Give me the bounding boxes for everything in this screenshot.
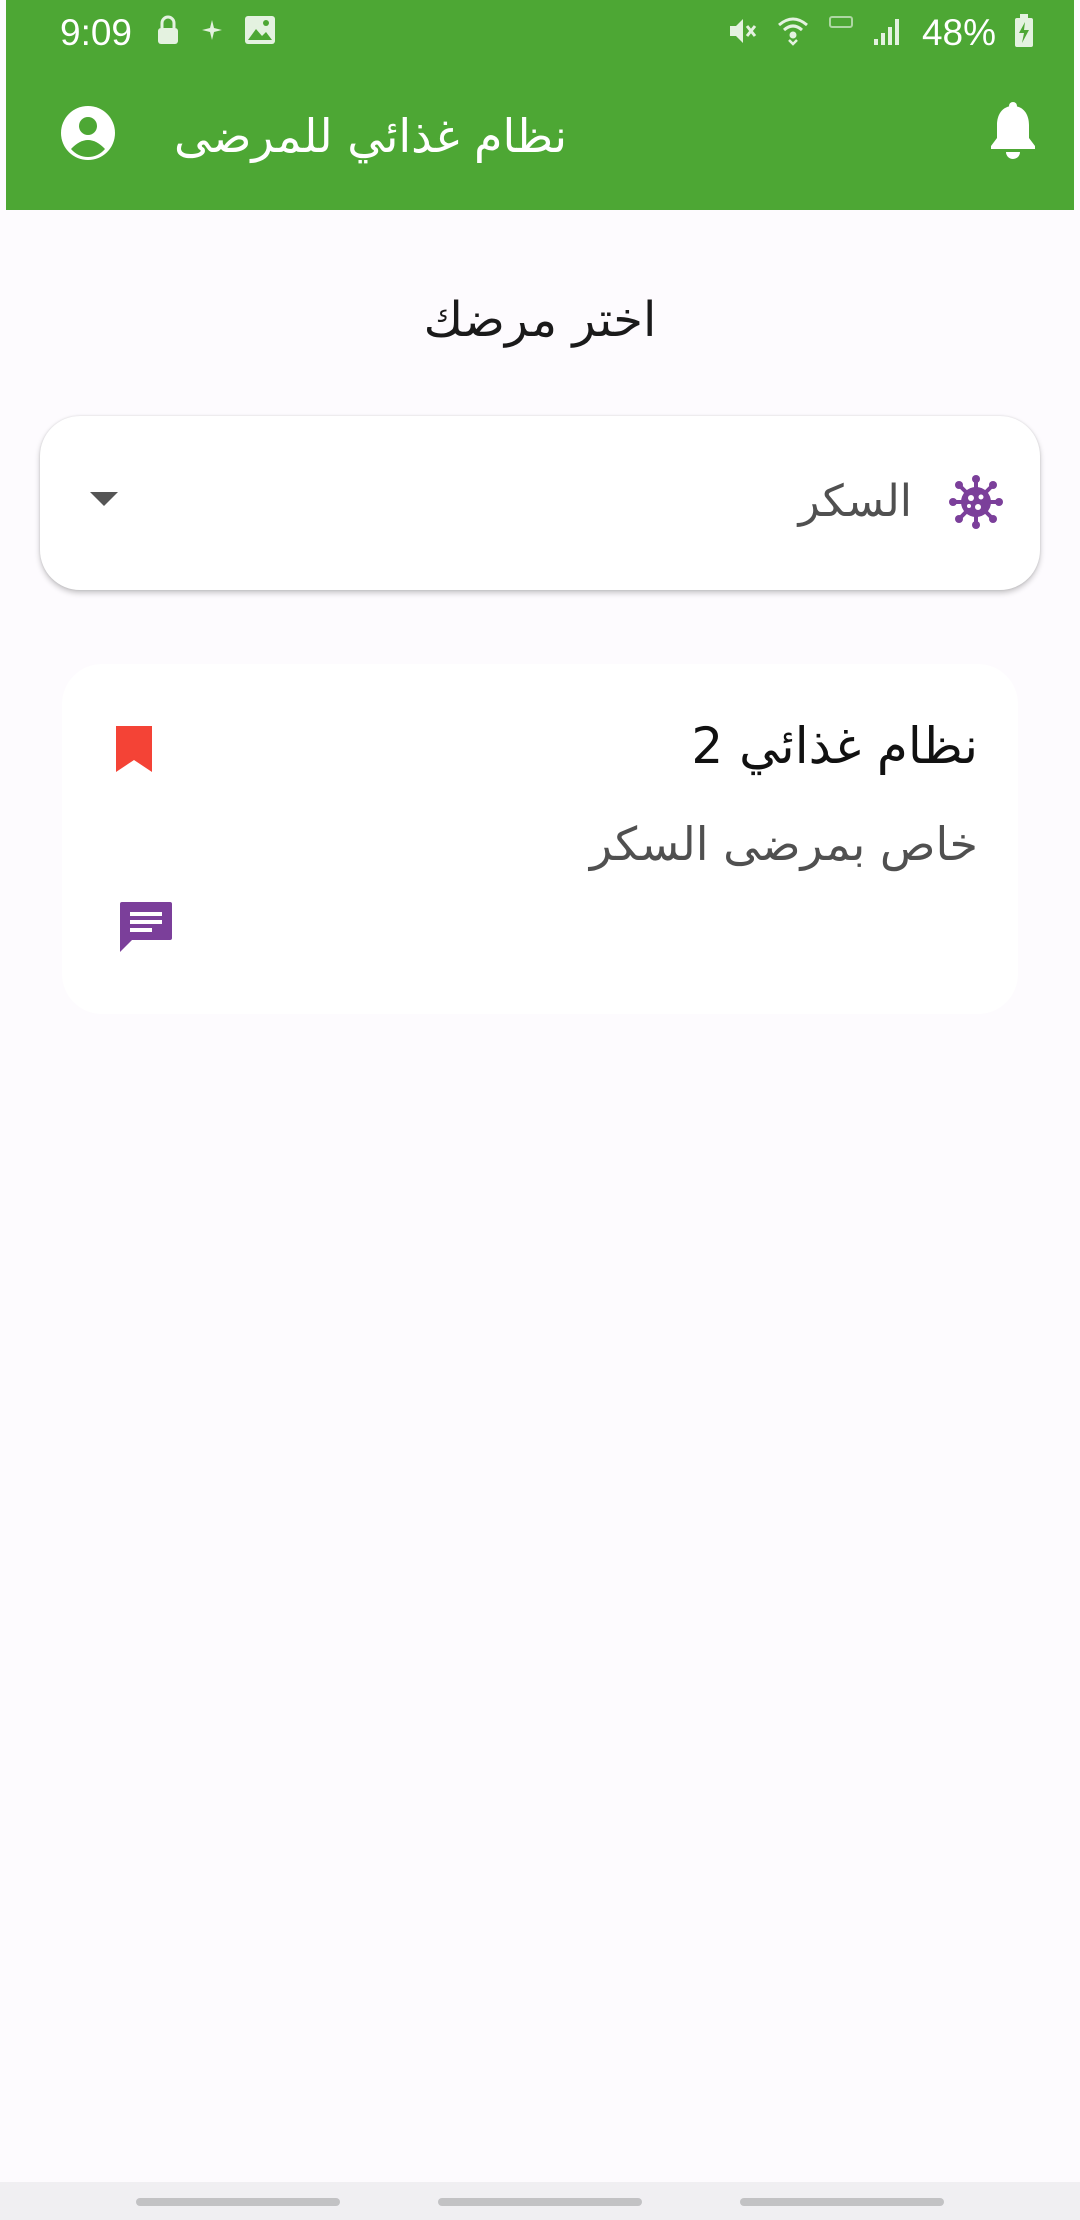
virus-icon [948,474,1004,534]
nav-home-button[interactable] [438,2198,642,2206]
sparkle-icon [202,20,222,44]
signal-icon [872,15,904,51]
nav-back-button[interactable] [740,2198,944,2206]
diet-card[interactable]: نظام غذائي 2 خاص بمرضى السكر [62,664,1018,1014]
app-title: نظام غذائي للمرضى [174,109,568,163]
section-title: اختر مرضك [423,292,657,348]
dropdown-arrow-icon [90,492,118,506]
lock-icon [156,14,180,50]
status-time: 9:09 [60,12,133,53]
dropdown-selected-value: السكر [798,476,912,527]
card-title: نظام غذائي 2 [691,717,978,775]
image-icon [244,15,276,49]
chat-icon[interactable] [118,900,174,958]
app-bar: نظام غذائي للمرضى [6,66,1074,210]
volte-icon [828,15,854,51]
nav-recents-button[interactable] [136,2198,340,2206]
battery-icon [1014,14,1034,52]
status-left-icons [156,14,276,50]
battery-percent: 48% [921,12,996,53]
status-bar: 9:09 48% [6,0,1074,66]
bookmark-icon[interactable] [114,724,154,778]
disease-dropdown[interactable]: السكر [40,416,1040,590]
navigation-bar [0,2182,1080,2220]
status-right: 48% [726,10,1034,56]
mute-icon [726,15,758,51]
wifi-icon [776,14,810,52]
bell-icon[interactable] [988,102,1038,164]
card-subtitle: خاص بمرضى السكر [589,817,978,871]
account-circle-icon[interactable] [60,105,116,165]
